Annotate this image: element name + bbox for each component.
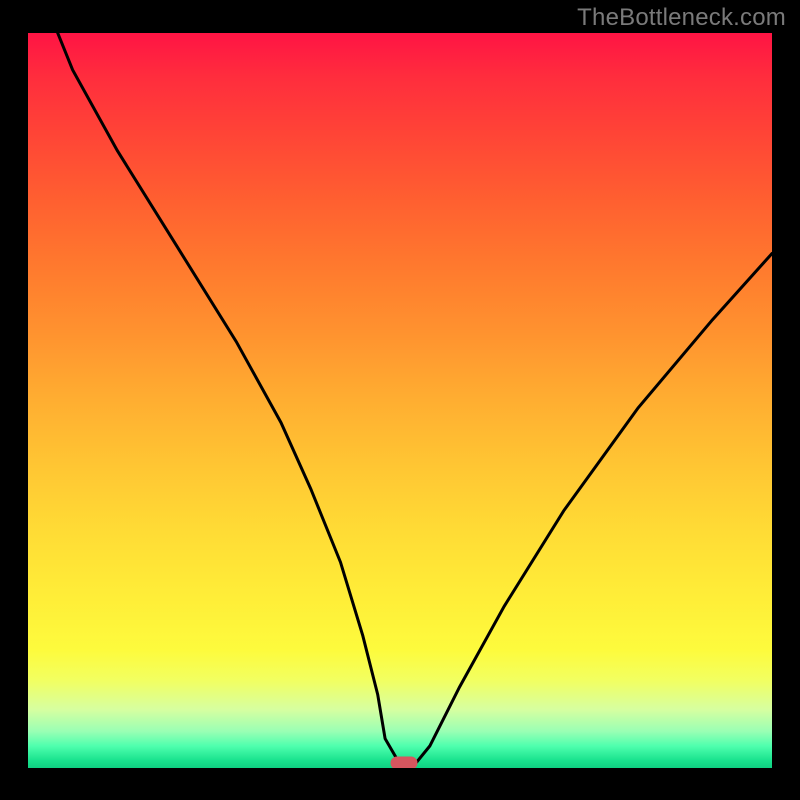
- optimum-marker: [390, 756, 417, 768]
- curve-path: [28, 33, 772, 764]
- bottleneck-curve: [28, 33, 772, 768]
- plot-area: [28, 33, 772, 768]
- chart-frame: TheBottleneck.com: [0, 0, 800, 800]
- watermark-text: TheBottleneck.com: [577, 4, 786, 32]
